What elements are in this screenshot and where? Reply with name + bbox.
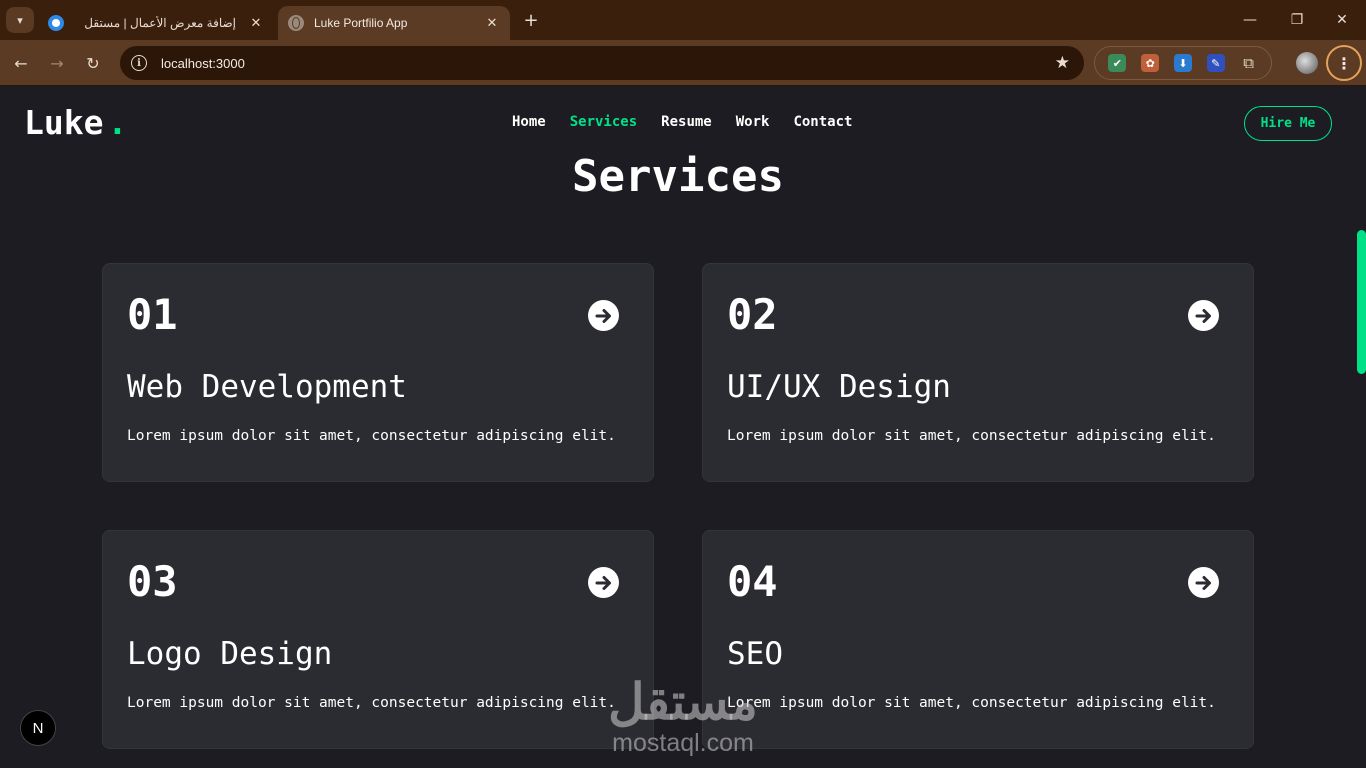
page-scrollbar[interactable] [1356,87,1366,768]
restore-button[interactable]: ❐ [1285,8,1309,32]
nextjs-dev-badge[interactable]: N [20,710,56,746]
arrow-right-icon[interactable] [588,300,619,331]
nav-contact[interactable]: Contact [793,114,852,130]
service-card[interactable]: 04 SEO Lorem ipsum dolor sit amet, conse… [702,530,1254,749]
mostaql-icon [48,15,64,31]
service-card[interactable]: 02 UI/UX Design Lorem ipsum dolor sit am… [702,263,1254,482]
globe-icon [288,15,304,31]
site-logo[interactable]: Luke . [24,103,127,142]
address-bar[interactable]: i localhost:3000 ★ [120,46,1084,80]
extensions-group: ✔ ✿ ⬇ ✎ ⧉ [1094,46,1272,80]
download-extension-icon[interactable]: ⬇ [1173,54,1192,72]
nav-resume[interactable]: Resume [661,114,712,130]
tab-title: إضافة معرض الأعمال | مستقل [84,16,236,30]
url-text[interactable]: localhost:3000 [161,56,1055,71]
puzzle-extensions-icon[interactable]: ⧉ [1240,54,1258,72]
service-description: Lorem ipsum dolor sit amet, consectetur … [727,428,1216,444]
page-viewport: Luke . Home Services Resume Work Contact… [0,87,1356,768]
browser-tab-bar: ▾ إضافة معرض الأعمال | مستقل ✕ Luke Port… [0,0,1366,40]
close-window-button[interactable]: ✕ [1330,8,1354,32]
arrow-right-icon[interactable] [1188,300,1219,331]
browser-toolbar: ← → ↻ i localhost:3000 ★ ✔ ✿ ⬇ ✎ ⧉ ⋮ [0,40,1366,86]
scrollbar-thumb[interactable] [1357,230,1366,374]
tab-close-icon[interactable]: ✕ [248,15,264,31]
service-description: Lorem ipsum dolor sit amet, consectetur … [127,428,616,444]
service-description: Lorem ipsum dolor sit amet, consectetur … [127,695,616,711]
nav-services[interactable]: Services [570,114,637,130]
service-card[interactable]: 03 Logo Design Lorem ipsum dolor sit ame… [102,530,654,749]
back-button[interactable]: ← [8,50,34,76]
minimize-button[interactable]: — [1238,8,1262,32]
browser-tab-mostaql[interactable]: إضافة معرض الأعمال | مستقل ✕ [38,6,274,40]
service-number: 04 [727,557,778,606]
service-title: SEO [727,636,783,672]
new-tab-button[interactable]: + [520,9,542,31]
service-number: 03 [127,557,178,606]
nav-work[interactable]: Work [736,114,770,130]
service-card[interactable]: 01 Web Development Lorem ipsum dolor sit… [102,263,654,482]
bookmark-star-icon[interactable]: ★ [1055,53,1070,73]
arrow-right-icon[interactable] [1188,567,1219,598]
edit-extension-icon[interactable]: ✎ [1206,54,1225,72]
service-description: Lorem ipsum dolor sit amet, consectetur … [727,695,1216,711]
browser-menu-button[interactable]: ⋮ [1326,45,1362,81]
arrow-right-icon[interactable] [588,567,619,598]
profile-avatar[interactable] [1296,52,1318,74]
service-title: Web Development [127,369,407,405]
hire-me-button[interactable]: Hire Me [1244,106,1332,141]
browser-tab-luke[interactable]: Luke Portfilio App ✕ [278,6,510,40]
logo-dot: . [107,103,128,142]
site-info-icon[interactable]: i [131,55,147,71]
nav-home[interactable]: Home [512,114,546,130]
main-nav: Home Services Resume Work Contact [512,114,852,130]
page-title: Services [572,151,784,202]
forward-button[interactable]: → [44,50,70,76]
site-header: Luke . Home Services Resume Work Contact… [0,87,1356,157]
service-number: 01 [127,290,178,339]
reload-button[interactable]: ↻ [80,50,106,76]
service-number: 02 [727,290,778,339]
tab-search-button[interactable]: ▾ [6,7,34,33]
tab-close-icon[interactable]: ✕ [484,15,500,31]
image-extension-icon[interactable]: ✿ [1141,54,1160,72]
service-title: Logo Design [127,636,333,672]
shield-extension-icon[interactable]: ✔ [1108,54,1127,72]
service-title: UI/UX Design [727,369,951,405]
tab-title: Luke Portfilio App [314,16,408,30]
logo-text: Luke [24,103,104,142]
